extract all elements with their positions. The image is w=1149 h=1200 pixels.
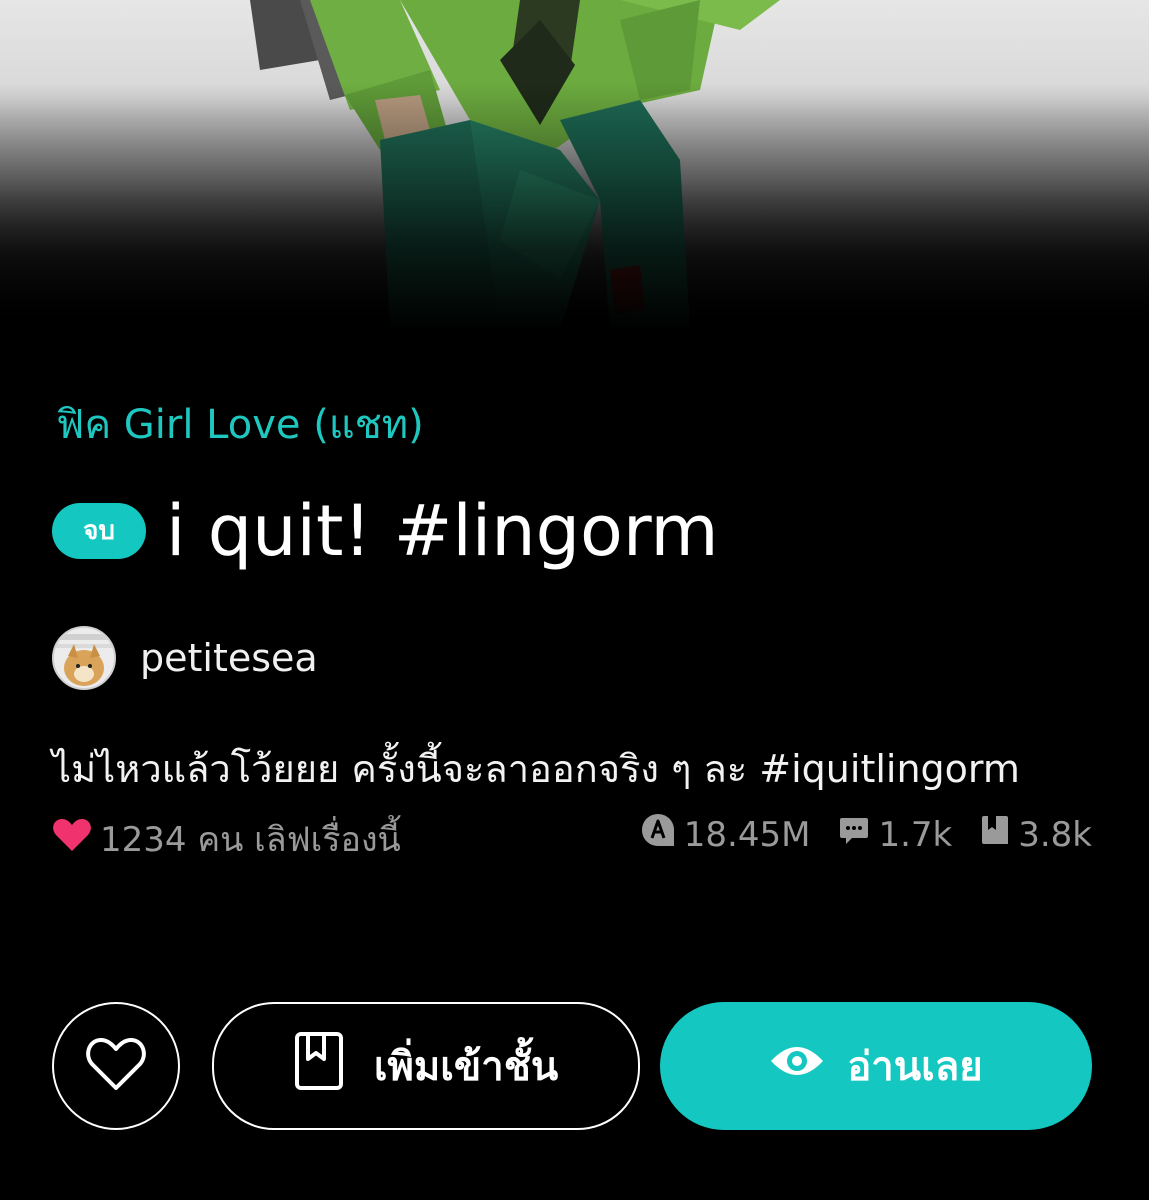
story-stats: 18.45M 1.7k 3.8k [612,812,1092,857]
comment-icon [838,814,878,855]
read-now-button[interactable]: อ่านเลย [660,1002,1092,1130]
library-count: 3.8k [1018,814,1092,855]
author-avatar[interactable] [52,626,116,690]
read-now-label: อ่านเลย [847,1044,983,1090]
title-row: จบ i quit! #lingorm [52,490,719,572]
eye-icon [769,1043,847,1089]
heart-outline-icon [85,1036,147,1096]
reads-icon [640,812,684,857]
add-to-library-label: เพิ่มเข้าชั้น [373,1044,559,1090]
action-bar: เพิ่มเข้าชั้น อ่านเลย [52,1002,1092,1130]
cover-gradient-overlay [0,0,1149,330]
comments-count: 1.7k [878,814,953,855]
author-name[interactable]: petitesea [140,636,318,680]
love-count: 1234 คน เลิฟเรื่องนี้ [52,812,401,866]
reads-count: 18.45M [683,814,811,855]
book-icon [980,814,1018,855]
stats-row: 1234 คน เลิฟเรื่องนี้ 18.45M 1.7k 3.8k [52,812,1092,862]
cover-image [0,0,1149,330]
avatar-image [54,628,114,688]
add-to-library-button[interactable]: เพิ่มเข้าชั้น [212,1002,640,1130]
story-description: ไม่ไหวแล้วโว้ยยย ครั้งนี้จะลาออกจริง ๆ ล… [52,747,1020,791]
story-title: i quit! #lingorm [166,490,719,572]
library-stat: 3.8k [980,814,1092,855]
comments-stat: 1.7k [838,814,952,855]
story-category-link[interactable]: ฟิค Girl Love (แชท) [56,392,424,456]
love-count-text: 1234 คน เลิฟเรื่องนี้ [100,820,401,860]
like-button[interactable] [52,1002,180,1130]
heart-filled-icon [52,817,100,862]
author-link[interactable]: petitesea [52,626,318,690]
bookmark-book-icon [294,1031,374,1101]
status-badge: จบ [52,503,146,559]
reads-stat: 18.45M [640,812,811,857]
